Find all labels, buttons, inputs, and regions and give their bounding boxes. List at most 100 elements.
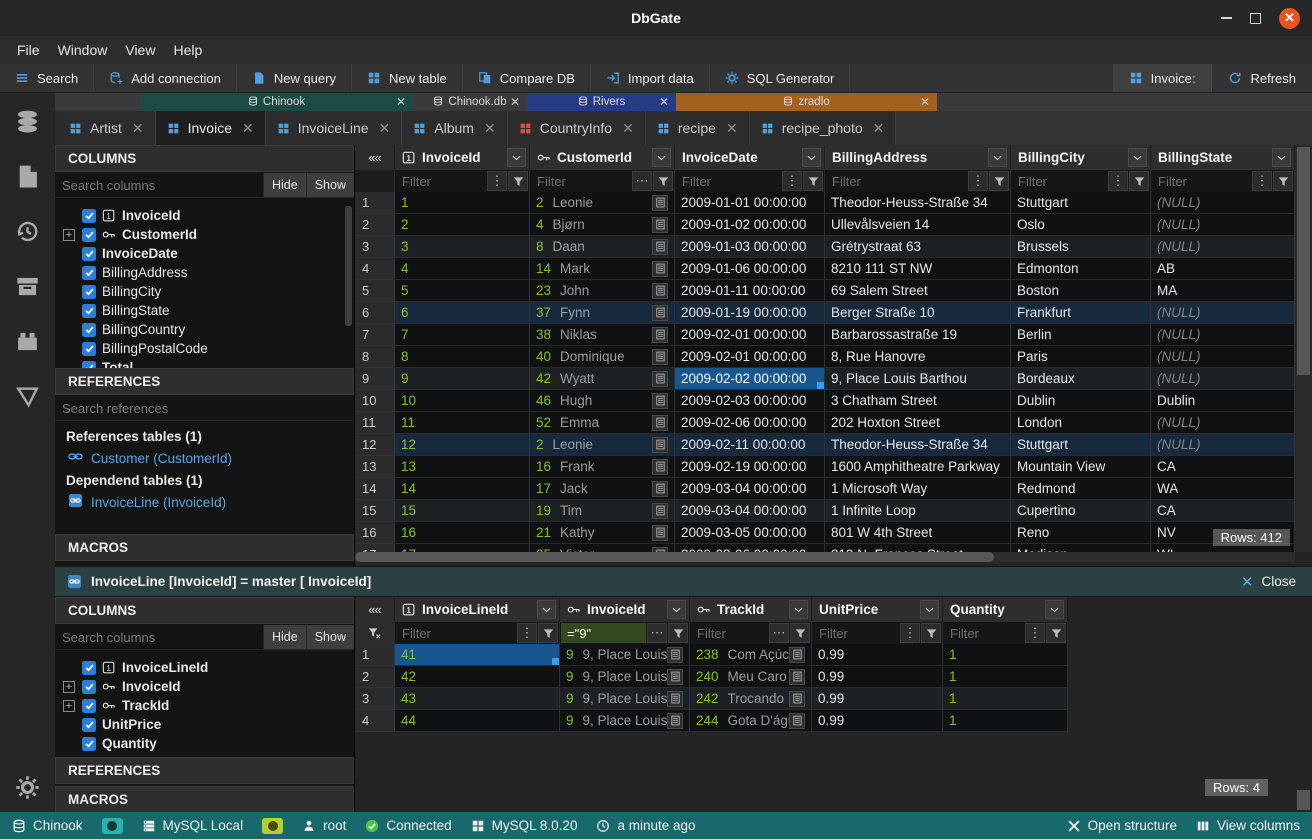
cell-BillingAddress[interactable]: Ullevålsveien 14: [825, 214, 1011, 236]
cell-BillingState[interactable]: AB: [1151, 258, 1295, 280]
cell-TrackId[interactable]: 238Com Açúca: [690, 644, 812, 666]
column-header-InvoiceId[interactable]: InvoiceId: [560, 597, 690, 622]
funnel-icon[interactable]: [508, 171, 528, 191]
column-header-CustomerId[interactable]: CustomerId: [530, 145, 675, 170]
cell-BillingCity[interactable]: Berlin: [1011, 324, 1151, 346]
column-toggle-UnitPrice[interactable]: UnitPrice: [55, 715, 354, 734]
invoice-row-6[interactable]: 6637Fynn2009-01-19 00:00:00Berger Straße…: [355, 302, 1312, 324]
close-icon[interactable]: ✕: [920, 96, 930, 108]
cell-InvoiceDate[interactable]: 2009-03-04 00:00:00: [675, 478, 825, 500]
funnel-icon[interactable]: [1129, 171, 1149, 191]
expand-icon[interactable]: +: [63, 700, 75, 712]
open-reference-icon[interactable]: [789, 713, 805, 729]
references-panel-header[interactable]: REFERENCES: [55, 368, 354, 395]
cell-BillingCity[interactable]: Dublin: [1011, 390, 1151, 412]
cell-CustomerId[interactable]: 2Leonie: [530, 192, 675, 214]
checkbox-icon[interactable]: [82, 680, 96, 694]
cell-BillingCity[interactable]: Frankfurt: [1011, 302, 1151, 324]
column-header-InvoiceLineId[interactable]: 1InvoiceLineId: [395, 597, 560, 622]
cell-BillingCity[interactable]: Madison: [1011, 544, 1151, 552]
search-references-input[interactable]: Search references: [55, 396, 354, 420]
files-icon[interactable]: [15, 164, 40, 189]
cell-BillingAddress[interactable]: Berger Straße 10: [825, 302, 1011, 324]
cell-CustomerId[interactable]: 38Niklas: [530, 324, 675, 346]
invoice-row-15[interactable]: 151519Tim2009-03-04 00:00:001 Infinite L…: [355, 500, 1312, 522]
invoice-row-8[interactable]: 8840Dominique2009-02-01 00:00:008, Rue H…: [355, 346, 1312, 368]
cell-InvoiceDate[interactable]: 2009-02-01 00:00:00: [675, 346, 825, 368]
open-reference-icon[interactable]: [652, 327, 668, 343]
cell-TrackId[interactable]: 240Meu Caro A: [690, 666, 812, 688]
cell-BillingState[interactable]: MA: [1151, 280, 1295, 302]
column-header-Quantity[interactable]: Quantity: [943, 597, 1068, 622]
cell-InvoiceLineId[interactable]: 42: [395, 666, 560, 688]
column-toggle-Total[interactable]: Total: [55, 358, 354, 368]
chevron-down-icon[interactable]: [789, 600, 808, 619]
cell-CustomerId[interactable]: 52Emma: [530, 412, 675, 434]
filter-menu-icon[interactable]: ⋮: [487, 171, 507, 191]
invoiceline-row-3[interactable]: 34399, Place Louis B242Trocando E0.991: [355, 688, 1312, 710]
cell-CustomerId[interactable]: 42Wyatt: [530, 368, 675, 390]
cell-BillingCity[interactable]: Stuttgart: [1011, 434, 1151, 456]
expand-icon[interactable]: +: [63, 229, 75, 241]
column-toggle-CustomerId[interactable]: +CustomerId: [55, 225, 354, 244]
cell-Quantity[interactable]: 1: [943, 644, 1068, 666]
close-icon[interactable]: ✕: [396, 96, 406, 108]
close-icon[interactable]: ✕: [484, 120, 496, 137]
cell-InvoiceLineId[interactable]: 41: [395, 644, 560, 666]
cell-UnitPrice[interactable]: 0.99: [812, 666, 943, 688]
open-reference-icon[interactable]: [652, 261, 668, 277]
invoiceline-row-4[interactable]: 44499, Place Louis B244Gota D'águ0.991: [355, 710, 1312, 732]
open-reference-icon[interactable]: [667, 713, 683, 729]
compare-db-button[interactable]: Compare DB: [463, 64, 591, 92]
filter-menu-icon[interactable]: ⋯: [632, 171, 652, 191]
cell-BillingAddress[interactable]: 1600 Amphitheatre Parkway: [825, 456, 1011, 478]
filter-input-TrackId[interactable]: Filter: [691, 623, 768, 643]
cell-BillingCity[interactable]: Brussels: [1011, 236, 1151, 258]
filter-menu-icon[interactable]: ⋮: [782, 171, 802, 191]
database-icon[interactable]: [15, 109, 40, 134]
cell-Quantity[interactable]: 1: [943, 710, 1068, 732]
open-reference-icon[interactable]: [652, 525, 668, 541]
db-tab-zradlo[interactable]: zradlo✕: [676, 93, 937, 111]
cell-InvoiceId[interactable]: 99, Place Louis B: [560, 644, 690, 666]
cell-UnitPrice[interactable]: 0.99: [812, 644, 943, 666]
columns-panel-header[interactable]: COLUMNS: [55, 597, 354, 624]
filter-menu-icon[interactable]: ⋮: [1025, 623, 1045, 643]
cell-BillingState[interactable]: (NULL): [1151, 324, 1295, 346]
plugins-icon[interactable]: [15, 329, 40, 354]
cell-InvoiceId[interactable]: 9: [395, 368, 530, 390]
invoice-row-10[interactable]: 101046Hugh2009-02-03 00:00:003 Chatham S…: [355, 390, 1312, 412]
cell-InvoiceDate[interactable]: 2009-02-03 00:00:00: [675, 390, 825, 412]
invoiceline-row-1[interactable]: 14199, Place Louis B238Com Açúca0.991: [355, 644, 1312, 666]
cell-InvoiceDate[interactable]: 2009-02-11 00:00:00: [675, 434, 825, 456]
open-structure-button[interactable]: Open structure: [1067, 818, 1177, 833]
column-toggle-TrackId[interactable]: +TrackId: [55, 696, 354, 715]
open-reference-icon[interactable]: [652, 415, 668, 431]
close-icon[interactable]: ✕: [379, 120, 391, 137]
filter-input-Quantity[interactable]: Filter: [944, 623, 1024, 643]
cell-BillingCity[interactable]: Redmond: [1011, 478, 1151, 500]
cell-InvoiceDate[interactable]: 2009-03-04 00:00:00: [675, 500, 825, 522]
cell-BillingAddress[interactable]: 69 Salem Street: [825, 280, 1011, 302]
cell-InvoiceDate[interactable]: 2009-02-02 00:00:00: [675, 368, 825, 390]
row-number[interactable]: 8: [355, 346, 395, 368]
view-columns-button[interactable]: View columns: [1196, 818, 1300, 833]
cell-BillingAddress[interactable]: 9, Place Louis Barthou: [825, 368, 1011, 390]
funnel-icon[interactable]: [921, 623, 941, 643]
vertical-scrollbar[interactable]: [1297, 790, 1310, 810]
open-reference-icon[interactable]: [652, 305, 668, 321]
tab-artist[interactable]: Artist✕: [58, 111, 156, 145]
tab-recipe[interactable]: recipe✕: [646, 111, 750, 145]
cell-BillingCity[interactable]: Mountain View: [1011, 456, 1151, 478]
menu-view[interactable]: View: [116, 36, 164, 64]
cell-InvoiceId[interactable]: 99, Place Louis B: [560, 666, 690, 688]
cell-CustomerId[interactable]: 4Bjørn: [530, 214, 675, 236]
invoice-row-3[interactable]: 338Daan2009-01-03 00:00:00Grétrystraat 6…: [355, 236, 1312, 258]
chevron-down-icon[interactable]: [1045, 600, 1064, 619]
row-number[interactable]: 2: [355, 666, 395, 688]
new-table-button[interactable]: New table: [352, 64, 463, 92]
close-button[interactable]: ✕: [1279, 8, 1300, 29]
invoice-row-11[interactable]: 111152Emma2009-02-06 00:00:00202 Hoxton …: [355, 412, 1312, 434]
row-number[interactable]: 11: [355, 412, 395, 434]
columns-scrollbar[interactable]: [345, 206, 352, 326]
